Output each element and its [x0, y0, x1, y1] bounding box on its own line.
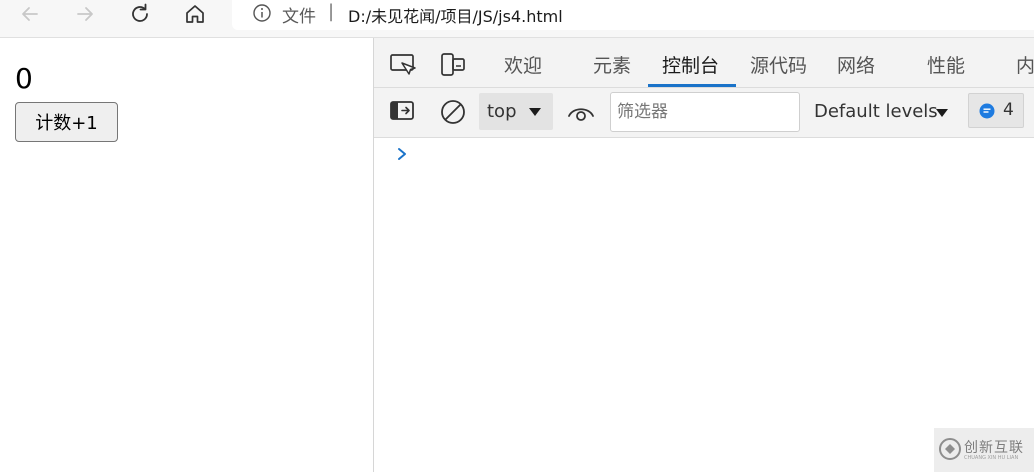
log-levels-dropdown[interactable]: Default levels: [814, 101, 938, 122]
device-emulation-icon[interactable]: [439, 52, 467, 78]
page-content: 0 计数+1: [0, 38, 373, 472]
console-prompt-chevron-icon: [398, 148, 406, 160]
caret-down-icon: [529, 108, 541, 116]
active-tab-indicator: [648, 84, 736, 87]
home-button[interactable]: [175, 0, 215, 28]
context-selector[interactable]: top: [479, 93, 553, 130]
watermark: 创新互联 CHUANG XIN HU LIAN: [934, 428, 1034, 472]
watermark-subtext: CHUANG XIN HU LIAN: [964, 455, 1019, 461]
address-scheme-label: 文件: [282, 7, 316, 27]
back-button[interactable]: [10, 0, 50, 28]
forward-arrow-icon: [77, 7, 93, 21]
info-icon[interactable]: [252, 3, 272, 23]
sidebar-toggle-icon[interactable]: [389, 100, 415, 122]
count-display: 0: [15, 62, 33, 95]
tab-welcome[interactable]: 欢迎: [504, 51, 542, 78]
tab-network[interactable]: 网络: [837, 51, 875, 78]
context-selector-label: top: [487, 101, 517, 122]
watermark-logo-icon: [939, 438, 961, 460]
devtools-tab-bar: 欢迎 元素 控制台 源代码 网络 性能 内: [374, 38, 1034, 88]
back-arrow-icon: [22, 7, 38, 21]
increment-button[interactable]: 计数+1: [15, 102, 118, 142]
devtools-panel: 欢迎 元素 控制台 源代码 网络 性能 内 top Default: [373, 38, 1034, 472]
clear-console-icon[interactable]: [439, 100, 467, 128]
tab-console[interactable]: 控制台: [662, 51, 719, 78]
console-filter-input[interactable]: [610, 92, 800, 132]
address-bar[interactable]: 文件 | D:/未见花闻/项目/JS/js4.html: [232, 0, 1034, 30]
address-url-text[interactable]: D:/未见花闻/项目/JS/js4.html: [348, 3, 563, 27]
refresh-button[interactable]: [120, 0, 160, 28]
log-levels-caret-icon[interactable]: [935, 108, 949, 118]
browser-toolbar: 文件 | D:/未见花闻/项目/JS/js4.html: [0, 0, 1034, 38]
message-count: 4: [1003, 100, 1014, 120]
home-icon: [186, 5, 204, 23]
address-separator: |: [328, 1, 335, 22]
message-count-badge[interactable]: 4: [968, 93, 1024, 128]
live-expression-eye-icon[interactable]: [567, 102, 595, 124]
inspect-element-icon[interactable]: [389, 52, 417, 76]
tab-memory-truncated[interactable]: 内: [1016, 51, 1034, 78]
watermark-text: 创新互联: [964, 440, 1024, 456]
console-output[interactable]: [374, 138, 1034, 472]
refresh-icon: [132, 3, 148, 22]
console-toolbar: top Default levels 4: [374, 88, 1034, 138]
tab-sources[interactable]: 源代码: [750, 51, 807, 78]
forward-button[interactable]: [65, 0, 105, 28]
tab-performance[interactable]: 性能: [927, 51, 965, 78]
message-bubble-icon: [979, 103, 995, 119]
tab-elements[interactable]: 元素: [593, 51, 631, 78]
